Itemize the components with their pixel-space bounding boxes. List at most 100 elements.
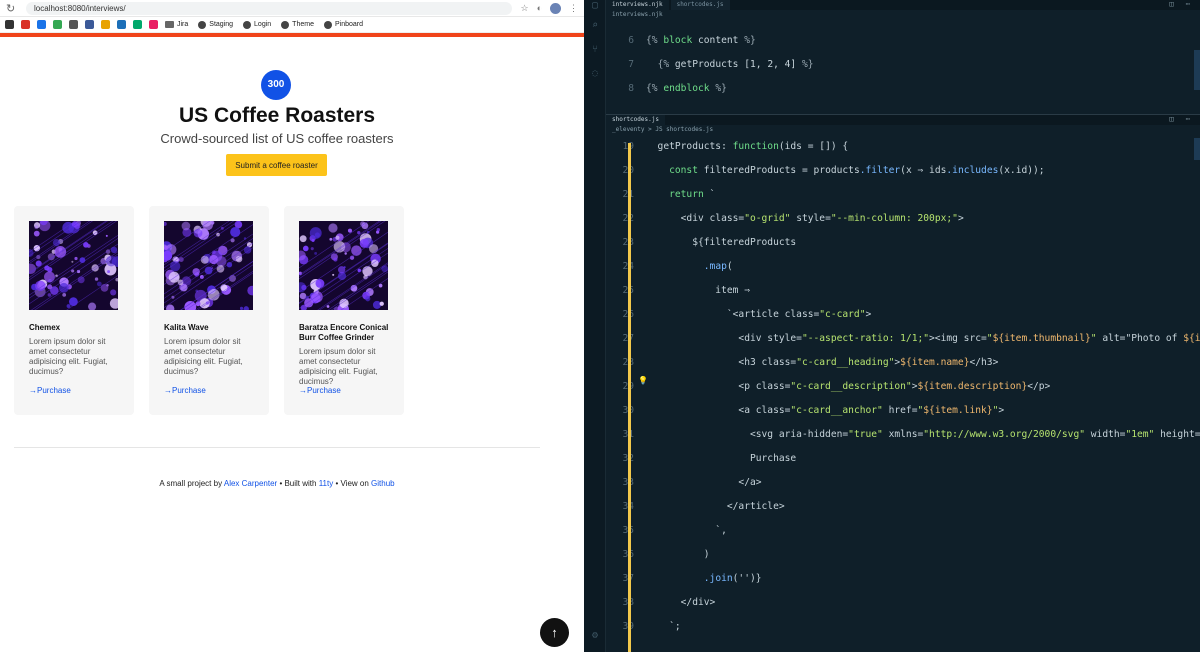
bookmark-favicon-icon[interactable] — [117, 20, 126, 29]
url-input[interactable]: localhost:8080/interviews/ — [26, 1, 513, 15]
editor-actions-icon[interactable]: ◫ ⋯ — [1169, 115, 1194, 123]
line-number: 37 — [606, 573, 646, 584]
code-line[interactable]: 6 {% block content %} — [606, 28, 756, 52]
tab-shortcodes-js-bottom[interactable]: shortcodes.js — [606, 115, 665, 125]
settings-gear-icon[interactable]: ⚙ — [589, 630, 601, 642]
code-line[interactable]: 19 getProducts: function(ids = []) { — [606, 134, 848, 158]
card-heading: Chemex — [29, 323, 61, 332]
bookmark-item[interactable]: Login — [243, 20, 272, 29]
eleventy-link[interactable]: 11ty — [319, 479, 334, 488]
purchase-link[interactable]: →Purchase — [164, 386, 206, 395]
code-line[interactable]: 29 <p class="c-card__description">${item… — [606, 374, 1050, 398]
line-number: 7 — [628, 58, 634, 70]
address-bar: ↻ localhost:8080/interviews/ ☆ ◐ ⋮ — [0, 0, 584, 17]
code-text: <div style="--aspect-ratio: 1/1;"><img s… — [646, 332, 1200, 344]
purchase-link[interactable]: →Purchase — [299, 386, 341, 395]
submit-roaster-button[interactable]: Submit a coffee roaster — [226, 154, 327, 176]
code-text: `, — [646, 524, 727, 536]
code-line[interactable]: 32 Purchase — [606, 446, 796, 470]
code-line[interactable]: 35 `, — [606, 518, 727, 542]
bookmark-favicon-icon[interactable] — [53, 20, 62, 29]
extension-icon[interactable]: ◐ — [537, 3, 542, 13]
code-line[interactable]: 30 <a class="c-card__anchor" href="${ite… — [606, 398, 1004, 422]
code-text: <h3 class="c-card__heading">${item.name}… — [646, 356, 999, 368]
bookmark-item[interactable]: Staging — [198, 20, 233, 29]
code-text: </a> — [646, 476, 762, 488]
browser-window: ↻ localhost:8080/interviews/ ☆ ◐ ⋮ Jira S… — [0, 0, 584, 652]
back-to-top-button[interactable]: ↑ — [540, 618, 569, 647]
code-line[interactable]: 34 </article> — [606, 494, 784, 518]
bookmark-item[interactable]: Jira — [165, 21, 188, 28]
bookmark-favicon-icon[interactable] — [133, 20, 142, 29]
product-grid: Chemex Lorem ipsum dolor sit amet consec… — [14, 191, 404, 415]
bookmark-label: Login — [254, 21, 272, 28]
product-card: Baratza Encore Conical Burr Coffee Grind… — [284, 206, 404, 415]
card-description: Lorem ipsum dolor sit amet consectetur a… — [164, 337, 243, 376]
card-description: Lorem ipsum dolor sit amet consectetur a… — [299, 347, 378, 386]
count-badge: 300 — [261, 70, 291, 100]
card-heading: Baratza Encore Conical Burr Coffee Grind… — [299, 323, 389, 342]
reload-icon[interactable]: ↻ — [6, 2, 18, 15]
code-line[interactable]: 26 `<article class="c-card"> — [606, 302, 871, 326]
code-line[interactable]: 20 const filteredProducts = products.fil… — [606, 158, 1045, 182]
line-number: 8 — [628, 82, 634, 94]
bookmark-favicon-icon[interactable] — [5, 20, 14, 29]
footer-view: • View on — [333, 479, 372, 488]
line-number: 23 — [606, 237, 646, 248]
code-text: `<article class="c-card"> — [646, 308, 872, 320]
line-number: 38 — [606, 597, 646, 608]
bottom-breadcrumb: _eleventy > JS shortcodes.js — [612, 126, 714, 133]
bookmark-favicon-icon[interactable] — [21, 20, 30, 29]
github-link[interactable]: Github — [371, 479, 395, 488]
editor-actions-icon[interactable]: ◫ ⋯ — [1169, 0, 1194, 8]
code-line[interactable]: 8 {% endblock %} — [606, 76, 727, 100]
code-text: <p class="c-card__description">${item.de… — [646, 380, 1051, 392]
bookmark-favicon-icon[interactable] — [69, 20, 78, 29]
code-line[interactable]: 39 `; — [606, 614, 681, 638]
code-line[interactable]: 7 {% getProducts [1, 2, 4] %} — [606, 52, 813, 76]
bookmark-favicon-icon[interactable] — [85, 20, 94, 29]
menu-icon[interactable]: ⋮ — [569, 3, 578, 14]
search-icon[interactable]: ⌕ — [589, 20, 601, 32]
code-text: `; — [646, 620, 681, 632]
activity-bar: ▢ ⌕ ⑂ ◌ ⚙ — [584, 0, 606, 652]
tab-shortcodes-js[interactable]: shortcodes.js — [670, 0, 730, 10]
footer-divider — [14, 447, 540, 448]
code-line[interactable]: 28 <h3 class="c-card__heading">${item.na… — [606, 350, 998, 374]
bookmark-item[interactable]: Theme — [281, 20, 314, 29]
line-number: 31 — [606, 429, 646, 440]
bookmark-item[interactable]: Pinboard — [323, 20, 363, 29]
bookmark-favicon-icon[interactable] — [37, 20, 46, 29]
code-line[interactable]: 31 <svg aria-hidden="true" xmlns="http:/… — [606, 422, 1200, 446]
top-scrollbar[interactable] — [1194, 50, 1200, 90]
folder-icon — [165, 21, 174, 28]
lightbulb-icon[interactable]: 💡 — [638, 376, 648, 385]
code-line[interactable]: 27 <div style="--aspect-ratio: 1/1;"><im… — [606, 326, 1200, 350]
purchase-link[interactable]: →Purchase — [29, 386, 71, 395]
code-line[interactable]: 22 <div class="o-grid" style="--min-colu… — [606, 206, 963, 230]
bookmark-favicon-icon[interactable] — [149, 20, 158, 29]
line-number: 26 — [606, 309, 646, 320]
code-line[interactable]: 24 .map( — [606, 254, 732, 278]
bookmark-star-icon[interactable]: ☆ — [520, 3, 528, 14]
code-line[interactable]: 38 </div> — [606, 590, 715, 614]
code-text: const filteredProducts = products.filter… — [669, 164, 1045, 176]
extensions-icon[interactable]: ◌ — [589, 68, 601, 80]
code-text: <svg aria-hidden="true" xmlns="http://ww… — [646, 428, 1200, 440]
line-number: 35 — [606, 525, 646, 536]
code-line[interactable]: 23 ${filteredProducts — [606, 230, 796, 254]
modified-gutter-indicator — [628, 143, 631, 652]
author-link[interactable]: Alex Carpenter — [224, 479, 277, 488]
profile-avatar[interactable] — [550, 2, 561, 14]
bookmark-favicon-icon[interactable] — [101, 20, 110, 29]
tab-interviews-njk[interactable]: interviews.njk — [606, 0, 669, 10]
product-thumbnail — [160, 191, 257, 334]
code-line[interactable]: 36 ) — [606, 542, 710, 566]
code-text: ) — [646, 548, 710, 560]
code-line[interactable]: 21 return ` — [606, 182, 715, 206]
files-icon[interactable]: ▢ — [589, 0, 601, 12]
line-number: 36 — [606, 549, 646, 560]
bottom-scrollbar[interactable] — [1194, 138, 1200, 160]
source-control-icon[interactable]: ⑂ — [589, 44, 601, 56]
card-description: Lorem ipsum dolor sit amet consectetur a… — [29, 337, 108, 376]
